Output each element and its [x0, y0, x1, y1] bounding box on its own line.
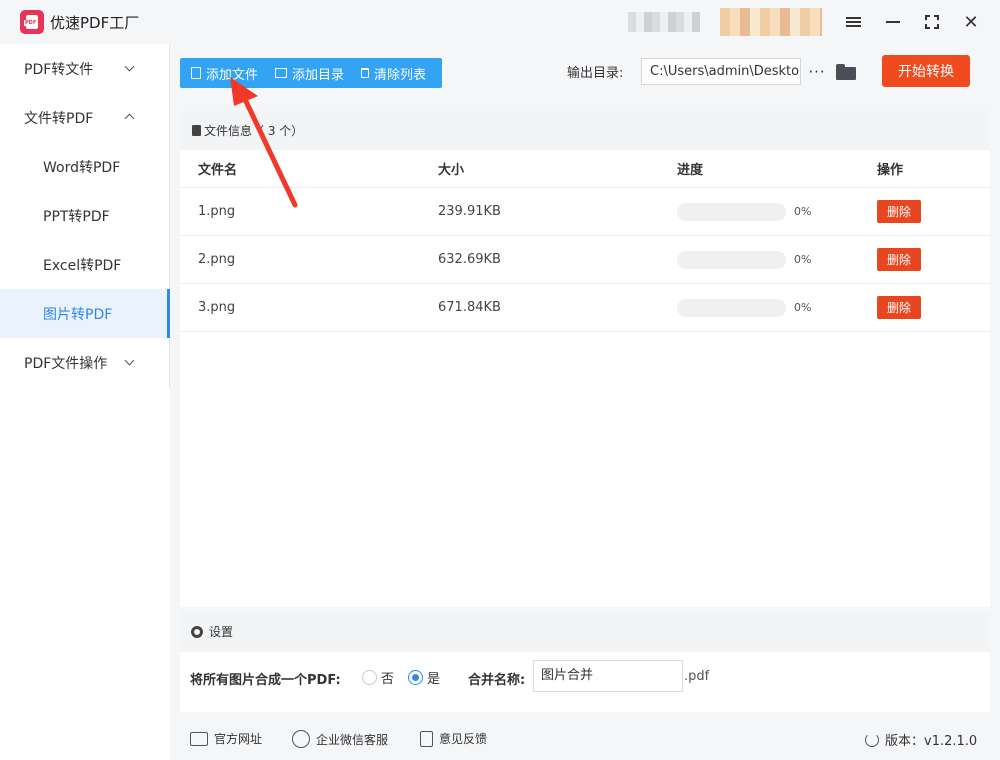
radio-off-icon [362, 670, 377, 685]
feedback-icon [420, 731, 433, 747]
maximize-icon[interactable] [921, 11, 943, 33]
chevron-down-icon [125, 62, 135, 72]
footer-label: 企业微信客服 [316, 731, 388, 748]
minimize-icon[interactable] [882, 11, 904, 33]
delete-button[interactable]: 删除 [877, 200, 921, 223]
trash-icon [361, 68, 369, 78]
merge-yes-radio[interactable]: 是 [408, 668, 440, 687]
radio-label: 是 [427, 668, 440, 687]
add-file-button[interactable]: 添加文件 [191, 58, 258, 88]
column-header-size: 大小 [438, 159, 464, 178]
progress-bar [677, 251, 786, 269]
file-size: 671.84KB [438, 300, 501, 315]
blurred-account-info [628, 12, 700, 32]
add-directory-label: 添加目录 [292, 64, 344, 83]
progress-percent: 0% [794, 301, 811, 314]
sidebar-item-word-to-pdf[interactable]: Word转PDF [0, 142, 169, 191]
sidebar-item-label: PDF转文件 [24, 59, 93, 79]
radio-on-icon [408, 670, 423, 685]
feedback-link[interactable]: 意见反馈 [420, 730, 487, 747]
settings-body: 将所有图片合成一个PDF: 否 是 合并名称: 图片合并 .pdf [180, 652, 990, 712]
merge-no-radio[interactable]: 否 [362, 668, 394, 687]
sidebar-item-label: PDF文件操作 [24, 353, 107, 373]
file-icon [191, 67, 201, 79]
refresh-icon[interactable] [865, 733, 879, 747]
settings-header: 设置 [180, 611, 990, 652]
file-name: 1.png [198, 204, 235, 219]
sidebar-item-pdf-to-file[interactable]: PDF转文件 [0, 44, 169, 93]
merge-name-label: 合并名称: [468, 669, 525, 688]
file-toolbar: 添加文件 添加目录 清除列表 [180, 58, 442, 88]
delete-button[interactable]: 删除 [877, 248, 921, 271]
more-options-button[interactable]: ··· [807, 58, 827, 85]
gear-icon [191, 626, 203, 638]
column-header-progress: 进度 [677, 159, 703, 178]
clear-list-label: 清除列表 [374, 64, 426, 83]
sidebar-item-label: 图片转PDF [43, 304, 112, 324]
open-folder-icon[interactable] [836, 64, 856, 80]
sidebar-item-label: 文件转PDF [24, 108, 93, 128]
progress-percent: 0% [794, 253, 811, 266]
table-header: 文件名 大小 进度 操作 [180, 150, 990, 188]
sidebar-item-label: Word转PDF [43, 157, 120, 177]
website-icon [190, 732, 208, 746]
app-title: 优速PDF工厂 [50, 12, 139, 33]
table-row: 1.png 239.91KB 0% 删除 [180, 188, 990, 236]
version-info: 版本：v1.2.1.0 [865, 730, 977, 749]
main-content: 添加文件 添加目录 清除列表 输出目录: C:\Users\admin\Desk… [170, 44, 1000, 760]
app-logo-icon [20, 10, 44, 34]
radio-label: 否 [381, 668, 394, 687]
delete-button[interactable]: 删除 [877, 296, 921, 319]
folder-icon [275, 68, 287, 78]
official-website-link[interactable]: 官方网址 [190, 730, 262, 747]
sidebar-item-file-to-pdf[interactable]: 文件转PDF [0, 93, 169, 142]
clear-list-button[interactable]: 清除列表 [361, 58, 426, 88]
file-size: 632.69KB [438, 252, 501, 267]
add-directory-button[interactable]: 添加目录 [275, 58, 344, 88]
column-header-action: 操作 [877, 159, 903, 178]
column-header-name: 文件名 [198, 159, 237, 178]
progress-bar [677, 203, 786, 221]
progress-percent: 0% [794, 205, 811, 218]
output-dir-label: 输出目录: [567, 62, 623, 81]
footer-label: 意见反馈 [439, 730, 487, 747]
file-name: 2.png [198, 252, 235, 267]
sidebar-item-image-to-pdf[interactable]: 图片转PDF [0, 289, 169, 338]
sidebar-item-ppt-to-pdf[interactable]: PPT转PDF [0, 191, 169, 240]
sidebar: PDF转文件 文件转PDF Word转PDF PPT转PDF Excel转PDF… [0, 44, 170, 388]
merge-option-label: 将所有图片合成一个PDF: [190, 669, 341, 688]
chevron-down-icon [125, 356, 135, 366]
chevron-up-icon [125, 114, 135, 124]
menu-icon[interactable] [842, 11, 864, 33]
settings-panel: 设置 将所有图片合成一个PDF: 否 是 合并名称: 图片合并 .pdf [180, 611, 990, 712]
blurred-vip-badge [720, 8, 822, 36]
file-icon [192, 125, 201, 136]
version-label: 版本：v1.2.1.0 [885, 730, 977, 749]
sidebar-item-excel-to-pdf[interactable]: Excel转PDF [0, 240, 169, 289]
sidebar-item-label: PPT转PDF [43, 206, 110, 226]
file-name: 3.png [198, 300, 235, 315]
file-extension: .pdf [684, 669, 709, 684]
output-dir-input[interactable]: C:\Users\admin\Deskto [641, 58, 801, 85]
table-row: 3.png 671.84KB 0% 删除 [180, 284, 990, 332]
table-row: 2.png 632.69KB 0% 删除 [180, 236, 990, 284]
footer: 官方网址 企业微信客服 意见反馈 版本：v1.2.1.0 [170, 716, 1000, 760]
file-info-title: 文件信息（ 3 个） [204, 122, 303, 139]
sidebar-item-pdf-operations[interactable]: PDF文件操作 [0, 338, 169, 387]
close-icon[interactable]: ✕ [960, 11, 982, 33]
file-info-panel: 文件信息（ 3 个） 文件名 大小 进度 操作 1.png 239.91KB 0… [180, 111, 990, 607]
sidebar-item-label: Excel转PDF [43, 255, 121, 275]
add-file-label: 添加文件 [206, 64, 258, 83]
footer-label: 官方网址 [214, 730, 262, 747]
file-info-header: 文件信息（ 3 个） [180, 111, 990, 150]
file-size: 239.91KB [438, 204, 501, 219]
title-bar: 优速PDF工厂 ✕ [0, 0, 1000, 44]
wechat-support-link[interactable]: 企业微信客服 [292, 730, 388, 748]
start-convert-button[interactable]: 开始转换 [882, 55, 970, 87]
merge-name-input[interactable]: 图片合并 [533, 660, 683, 692]
wechat-icon [292, 730, 310, 748]
settings-title: 设置 [209, 623, 233, 640]
progress-bar [677, 299, 786, 317]
